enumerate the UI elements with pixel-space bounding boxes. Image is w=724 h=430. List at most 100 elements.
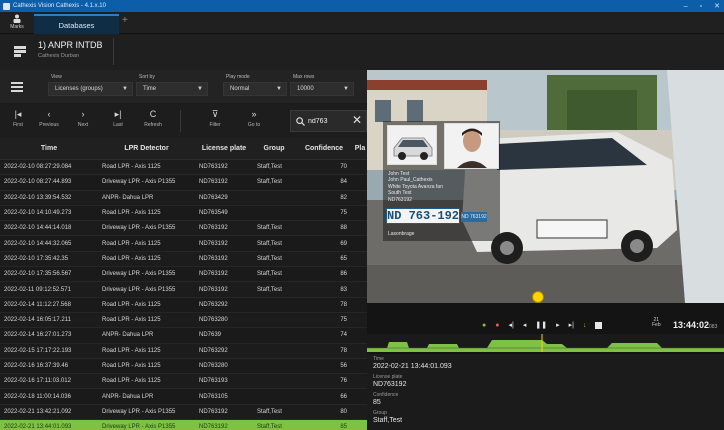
cell-lpr-detector: Road LPR - Axis 1125 [102,301,161,308]
cell-time: 2022-02-14 16:05:17.211 [4,317,71,324]
cell-group [253,191,295,205]
cell-time: 2022-02-10 13:39:54.532 [4,194,72,201]
driver-photo [444,123,499,169]
view-dropdown[interactable]: View Licenses (groups) ▼ [48,74,133,96]
rewind-icon[interactable]: ◂| [508,321,513,329]
record-icon[interactable]: ● [482,322,486,329]
tab-databases[interactable]: Databases [34,14,119,34]
column-header-group[interactable]: Group [253,138,295,159]
table-row[interactable]: 2022-02-10 08:27:29.084 Road LPR - Axis 1… [0,160,367,176]
list-settings-icon[interactable] [11,82,23,92]
cell-time: 2022-02-15 17:17:22.193 [4,347,72,354]
refresh-button[interactable]: C Refresh [135,109,171,128]
video-viewport[interactable]: John Test John Paul_Cathexis White Toyot… [367,70,724,303]
column-header-license-plate[interactable]: License plate [195,138,253,159]
cell-lpr-detector: Road LPR - Axis 1125 [102,210,161,217]
cell-place [353,206,367,220]
column-header-time[interactable]: Time [0,138,98,159]
cell-confidence: 82 [340,194,347,201]
next-button[interactable]: › Next [65,109,101,128]
query-title: 1) ANPR INTDB [38,40,103,50]
cell-lpr-detector: Road LPR - Axis 1125 [102,363,161,369]
cell-license-plate: ND7639 [199,332,222,339]
cell-lpr-detector: ANPR- Dahua LPR [102,194,154,201]
fast-forward-icon[interactable]: ▸| [569,321,574,329]
clock-ms: 083 [709,324,718,330]
table-row[interactable]: 2022-02-10 14:44:32.065 Road LPR - Axis 1… [0,236,367,252]
clear-search-icon[interactable]: ✕ [352,113,362,127]
table-row[interactable]: 2022-02-10 14:44:14.018 Driveway LPR - Ax… [0,221,367,237]
cell-confidence: 85 [340,424,347,430]
table-row[interactable]: 2022-02-11 09:12:52.571 Driveway LPR - Ax… [0,282,367,298]
cell-group [253,374,295,388]
table-row[interactable]: 2022-02-10 17:35:56.567 Driveway LPR - Ax… [0,267,367,283]
cell-place [353,298,367,312]
cell-license-plate: ND763280 [199,363,228,369]
cell-lpr-detector: Driveway LPR - Axis P1355 [102,408,176,415]
column-header-place[interactable]: Pla [353,138,367,159]
cell-confidence: 88 [340,225,347,232]
table-row[interactable]: 2022-02-18 11:00:14.036 ANPR- Dahua LPR ND… [0,389,367,405]
maximize-button[interactable]: ▫ [700,3,702,10]
position-marker[interactable] [532,291,544,303]
playback-clock: 13:44:02083 [673,320,717,330]
cell-confidence: 65 [340,255,347,262]
play-mode-label: Play mode [226,74,250,80]
cell-lpr-detector: Road LPR - Axis 1125 [102,317,161,324]
divider [180,110,181,132]
close-button[interactable]: ✕ [714,2,720,10]
cell-confidence: 69 [340,240,347,247]
cell-lpr-detector: Road LPR - Axis 1125 [102,255,161,262]
table-row[interactable]: 2022-02-10 17:35:42.35 Road LPR - Axis 11… [0,251,367,268]
table-row[interactable]: 2022-02-10 14:10:49.273 Road LPR - Axis 1… [0,206,367,222]
download-icon[interactable]: ↓ [583,322,587,329]
table-row[interactable]: 2022-02-10 08:27:44.893 Driveway LPR - Ax… [0,175,367,191]
max-rows-dropdown[interactable]: Max rows 10000 ▼ [290,74,354,96]
max-rows-value: 10000 [297,86,314,92]
table-row[interactable]: 2022-02-21 13:42:21.092 Driveway LPR - Ax… [0,404,367,421]
cell-lpr-detector: Road LPR - Axis 1125 [102,378,161,385]
go-to-icon: » [251,109,257,119]
table-row[interactable]: 2022-02-21 13:44:01.093 Driveway LPR - Ax… [0,420,367,430]
play-icon[interactable]: ▸ [556,321,560,329]
cell-group: Staff,Test [257,271,282,278]
cell-lpr-detector: Driveway LPR - Axis P1355 [102,286,176,293]
stop-record-icon[interactable]: ● [495,322,499,329]
sort-by-dropdown[interactable]: Sort by Time ▼ [136,74,208,96]
cell-confidence: 80 [340,408,347,415]
column-header-lpr-detector[interactable]: LPR Detector [98,138,195,159]
cell-place [353,191,367,205]
cell-license-plate: ND763192 [199,179,228,186]
pause-icon[interactable]: ❚❚ [535,321,547,329]
table-row[interactable]: 2022-02-14 16:27:01.273 ANPR- Dahua LPR ND… [0,328,367,344]
column-header-confidence[interactable]: Confidence [295,138,353,159]
cell-time: 2022-02-16 17:11:03.012 [4,378,71,385]
go-to-button[interactable]: » Go to [236,109,272,128]
previous-button[interactable]: ‹ Previous [31,109,67,128]
search-input[interactable] [308,117,348,125]
table-row[interactable]: 2022-02-10 13:39:54.532 ANPR- Dahua LPR ND… [0,190,367,206]
table-row[interactable]: 2022-02-16 16:37:39.46 Road LPR - Axis 11… [0,359,367,375]
filter-button[interactable]: ⊽ Filter [197,109,233,128]
table-row[interactable]: 2022-02-14 16:05:17.211 Road LPR - Axis 1… [0,312,367,329]
step-back-icon[interactable]: ◂ [523,321,527,329]
next-label: Next [77,122,89,128]
detail-license-plate: License plate ND763192 [373,374,406,388]
minimize-button[interactable]: – [684,3,688,10]
plate-snippet: ND 763192 [461,212,487,222]
cell-confidence: 78 [340,347,347,354]
cell-license-plate: ND763192 [199,424,228,430]
table-row[interactable]: 2022-02-14 11:12:27.568 Road LPR - Axis 1… [0,298,367,313]
play-mode-dropdown[interactable]: Play mode Normal ▼ [223,74,287,96]
table-row[interactable]: 2022-02-15 17:17:22.193 Road LPR - Axis 1… [0,343,367,359]
timeline-scrubber[interactable] [367,334,724,352]
cell-group: Staff,Test [257,240,282,247]
last-button[interactable]: ▸| Last [100,109,136,128]
add-tab-button[interactable]: + [122,15,128,26]
cell-license-plate: ND763192 [199,225,228,232]
cell-group: Staff,Test [257,179,282,186]
table-row[interactable]: 2022-02-16 17:11:03.012 Road LPR - Axis 1… [0,374,367,390]
date-badge: 21 Feb [652,318,661,328]
export-icon[interactable] [595,321,603,329]
marks-button[interactable]: Marks [4,13,30,33]
